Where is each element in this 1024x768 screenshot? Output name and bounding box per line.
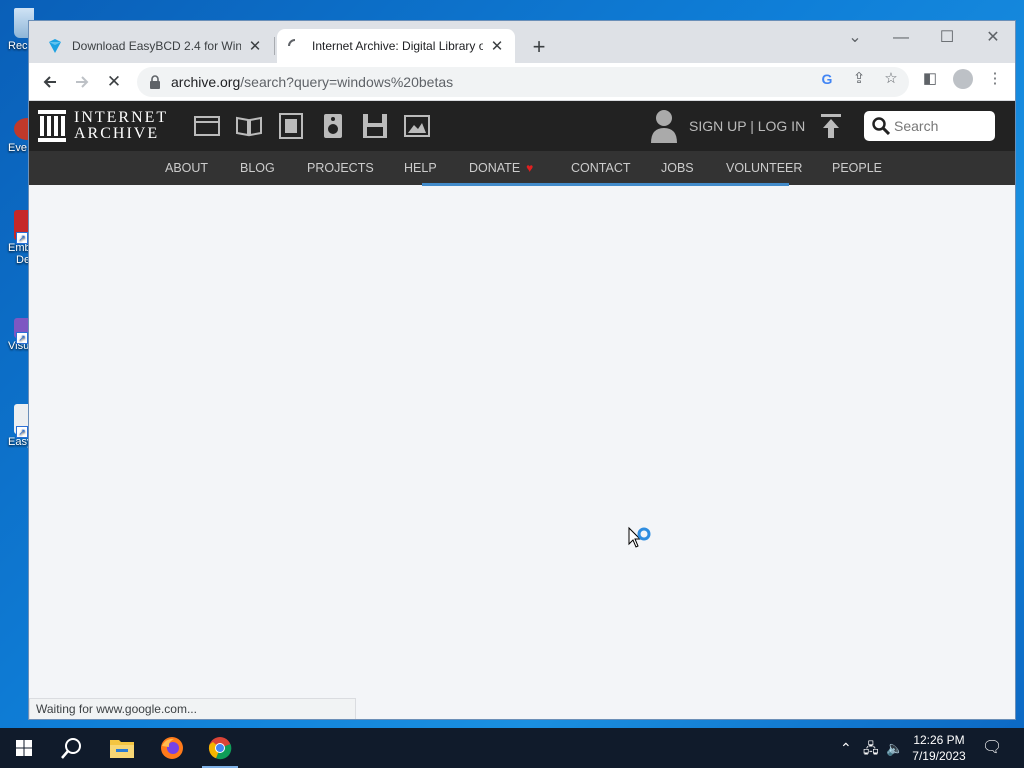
side-panel-icon[interactable]: ◧ bbox=[921, 70, 939, 88]
browser-window: Download EasyBCD 2.4 for Windows ✕ Inter… bbox=[28, 20, 1016, 720]
ia-logo-line1: INTERNET bbox=[74, 109, 169, 126]
file-explorer-button[interactable] bbox=[98, 728, 146, 768]
loading-spinner-icon bbox=[287, 38, 303, 54]
page-content-loading bbox=[29, 185, 1015, 719]
search-button[interactable] bbox=[48, 728, 96, 768]
tab-internet-archive[interactable]: Internet Archive: Digital Library of Fre… bbox=[277, 29, 515, 63]
google-lens-icon[interactable]: G bbox=[818, 70, 836, 88]
clock-date: 7/19/2023 bbox=[912, 749, 966, 763]
heart-icon: ♥ bbox=[526, 161, 534, 175]
shortcut-arrow-icon: ↗ bbox=[16, 426, 28, 438]
ia-nav-bar: ABOUT BLOG PROJECTS HELP DONATE ♥ CONTACT… bbox=[29, 151, 1015, 185]
signup-login-link[interactable]: SIGN UP | LOG IN bbox=[689, 118, 805, 134]
ia-logo-line2: ARCHIVE bbox=[74, 125, 160, 142]
bookmark-star-icon[interactable]: ☆ bbox=[882, 70, 900, 88]
taskbar: ⌃ 🖧 🔈 12:26 PM 7/19/2023 🗨 bbox=[0, 728, 1024, 768]
web-icon[interactable] bbox=[194, 113, 220, 139]
forward-icon[interactable] bbox=[67, 67, 97, 97]
nav-people[interactable]: PEOPLE bbox=[832, 161, 882, 175]
notifications-icon[interactable]: 🗨 bbox=[982, 739, 1002, 757]
maximize-icon[interactable]: ☐ bbox=[924, 24, 970, 54]
close-tab-icon[interactable]: ✕ bbox=[489, 37, 505, 55]
back-icon[interactable] bbox=[35, 67, 65, 97]
nav-help[interactable]: HELP bbox=[404, 161, 437, 175]
software-icon[interactable] bbox=[362, 113, 388, 139]
nav-volunteer[interactable]: VOLUNTEER bbox=[726, 161, 802, 175]
network-icon[interactable]: 🖧 bbox=[863, 739, 879, 757]
ia-logo[interactable]: INTERNET ARCHIVE bbox=[38, 110, 168, 142]
search-icon bbox=[872, 117, 890, 135]
texts-icon[interactable] bbox=[236, 113, 262, 139]
search-placeholder: Search bbox=[894, 118, 939, 134]
share-icon[interactable]: ⇪ bbox=[850, 70, 868, 88]
ia-search-box[interactable]: Search bbox=[864, 111, 995, 141]
nav-blog[interactable]: BLOG bbox=[240, 161, 275, 175]
tab-strip: Download EasyBCD 2.4 for Windows ✕ Inter… bbox=[29, 21, 1015, 63]
tab-easybcd[interactable]: Download EasyBCD 2.4 for Windows ✕ bbox=[37, 29, 273, 63]
nav-donate[interactable]: DONATE ♥ bbox=[469, 161, 533, 175]
url-path: /search?query=windows%20betas bbox=[240, 74, 454, 90]
lock-icon bbox=[150, 75, 160, 89]
loading-progress-bar bbox=[422, 183, 789, 186]
address-bar[interactable]: archive.org/search?query=windows%20betas bbox=[137, 67, 909, 97]
browser-toolbar: ✕ archive.org/search?query=windows%20bet… bbox=[29, 63, 1015, 101]
ia-header: INTERNET ARCHIVE SIGN UP | LOG IN Search bbox=[29, 101, 1015, 151]
nav-jobs[interactable]: JOBS bbox=[661, 161, 694, 175]
upload-icon[interactable] bbox=[821, 114, 841, 138]
nav-projects[interactable]: PROJECTS bbox=[307, 161, 374, 175]
tab-search-icon[interactable]: ⌄ bbox=[832, 24, 878, 54]
nav-about[interactable]: ABOUT bbox=[165, 161, 208, 175]
images-icon[interactable] bbox=[404, 113, 430, 139]
url-host: archive.org bbox=[171, 74, 241, 90]
start-button[interactable] bbox=[0, 728, 48, 768]
clock-time: 12:26 PM bbox=[913, 733, 965, 747]
busy-cursor-icon bbox=[628, 526, 651, 548]
windows-logo-icon bbox=[16, 740, 32, 756]
stop-loading-icon[interactable]: ✕ bbox=[99, 67, 129, 97]
tab-separator bbox=[274, 37, 275, 55]
show-hidden-icons-icon[interactable]: ⌃ bbox=[840, 739, 852, 757]
firefox-button[interactable] bbox=[148, 728, 196, 768]
menu-kebab-icon[interactable]: ⋮ bbox=[986, 70, 1004, 88]
url-text: archive.org/search?query=windows%20betas bbox=[171, 74, 453, 90]
chrome-icon bbox=[208, 737, 232, 760]
status-bubble: Waiting for www.google.com... bbox=[29, 698, 356, 719]
tab-title: Download EasyBCD 2.4 for Windows bbox=[72, 39, 241, 53]
volume-muted-icon[interactable]: 🔈 bbox=[886, 739, 903, 757]
video-icon[interactable] bbox=[278, 113, 304, 139]
close-tab-icon[interactable]: ✕ bbox=[247, 37, 263, 55]
folder-icon bbox=[110, 740, 134, 758]
close-window-icon[interactable]: ✕ bbox=[970, 24, 1015, 54]
system-clock[interactable]: 12:26 PM 7/19/2023 bbox=[908, 732, 970, 764]
tab-title: Internet Archive: Digital Library of Fre… bbox=[312, 39, 483, 53]
ia-temple-icon bbox=[38, 110, 66, 142]
shortcut-arrow-icon: ↗ bbox=[16, 232, 28, 244]
firefox-icon bbox=[161, 737, 183, 759]
nav-contact[interactable]: CONTACT bbox=[571, 161, 631, 175]
profile-avatar-icon[interactable] bbox=[953, 69, 973, 89]
nav-donate-label: DONATE bbox=[469, 161, 521, 175]
audio-icon[interactable] bbox=[320, 113, 346, 139]
search-icon bbox=[61, 738, 81, 759]
chrome-button[interactable] bbox=[196, 728, 244, 768]
new-tab-button[interactable]: + bbox=[525, 34, 553, 62]
user-avatar-icon[interactable] bbox=[649, 109, 679, 143]
minimize-icon[interactable]: — bbox=[878, 24, 924, 54]
ia-logo-text: INTERNET ARCHIVE bbox=[74, 110, 168, 142]
easybcd-favicon-icon bbox=[47, 38, 63, 54]
shortcut-arrow-icon: ↗ bbox=[16, 332, 28, 344]
